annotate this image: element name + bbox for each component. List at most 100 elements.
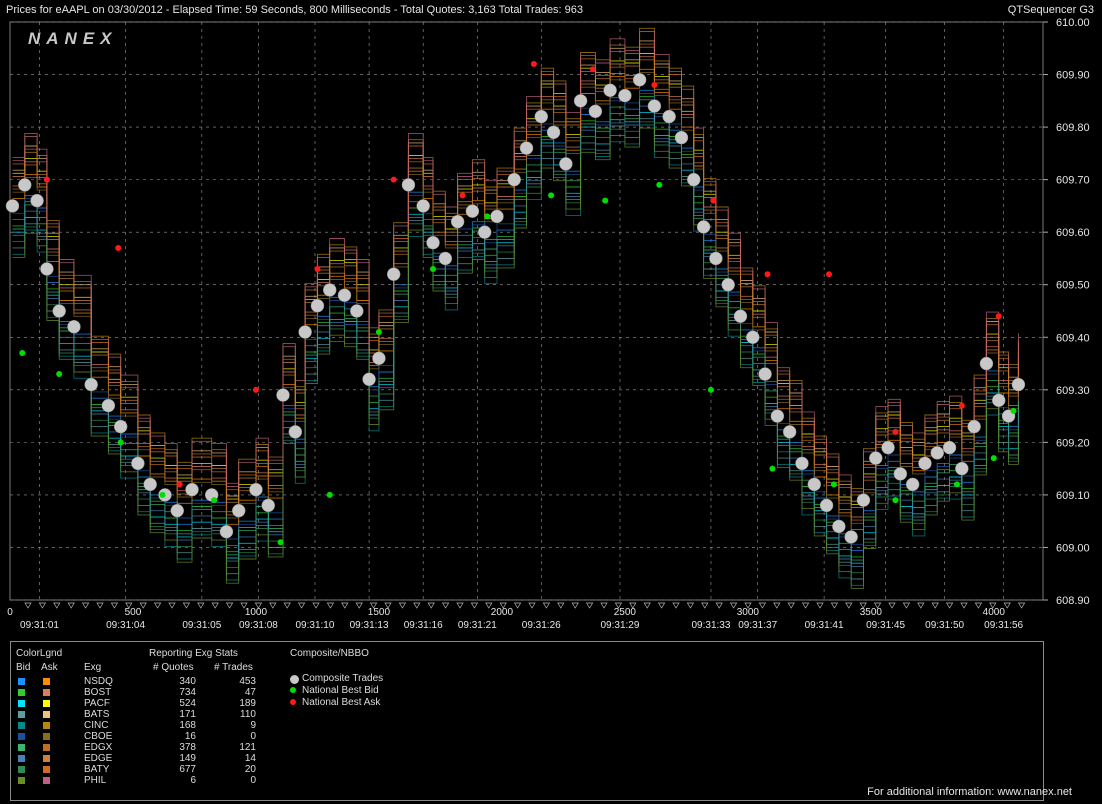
time-marker bbox=[672, 602, 680, 609]
trade-point bbox=[249, 482, 263, 497]
time-label: 09:31:29 bbox=[600, 620, 639, 631]
legend-exg-header: Exg bbox=[84, 662, 102, 673]
title-bar: Prices for eAAPL on 03/30/2012 - Elapsed… bbox=[0, 0, 1102, 20]
legend-exchange-name: EDGX bbox=[84, 742, 113, 753]
x-tick-label: 1500 bbox=[368, 607, 391, 618]
time-marker bbox=[845, 602, 853, 609]
trade-point bbox=[131, 456, 145, 471]
x-tick-label: 500 bbox=[125, 607, 142, 618]
trade-point bbox=[101, 398, 116, 413]
trade-point bbox=[362, 372, 376, 387]
legend-ask-swatch bbox=[43, 678, 50, 685]
time-marker bbox=[1017, 602, 1026, 609]
trade-point bbox=[795, 456, 809, 471]
time-marker bbox=[701, 602, 709, 609]
trade-point bbox=[416, 199, 430, 213]
time-marker bbox=[931, 602, 939, 609]
trade-point bbox=[632, 73, 647, 87]
time-label: 09:31:05 bbox=[182, 620, 221, 631]
trade-point bbox=[881, 440, 895, 455]
legend-bid-swatch bbox=[18, 766, 25, 773]
trade-point bbox=[674, 130, 689, 145]
time-marker bbox=[542, 602, 551, 609]
time-marker bbox=[24, 602, 32, 609]
ask-point bbox=[252, 386, 259, 393]
legend-bid-swatch bbox=[18, 744, 25, 751]
ask-point bbox=[958, 402, 965, 409]
legend-exchange-name: PACF bbox=[84, 698, 110, 709]
time-label: 09:31:01 bbox=[20, 620, 59, 631]
time-marker bbox=[211, 602, 219, 609]
bid-point bbox=[56, 371, 63, 378]
time-marker bbox=[168, 602, 176, 609]
composite-legend-label: Composite Trades bbox=[302, 673, 384, 684]
bid-point bbox=[707, 386, 714, 393]
time-marker bbox=[528, 602, 536, 609]
trade-point bbox=[519, 141, 534, 155]
trade-point bbox=[5, 199, 20, 213]
footer-info: For additional information: www.nanex.ne… bbox=[867, 786, 1072, 798]
x-tick-label: 3000 bbox=[737, 607, 760, 618]
trade-point bbox=[893, 467, 908, 481]
legend-bid-swatch bbox=[18, 700, 25, 707]
trade-point bbox=[401, 178, 416, 192]
legend-bid-header: Bid bbox=[16, 662, 31, 673]
time-marker bbox=[643, 602, 651, 609]
trade-point bbox=[603, 83, 617, 98]
time-label: 09:31:13 bbox=[350, 620, 389, 631]
bid-point bbox=[277, 539, 284, 546]
nanex-logo: NANEX bbox=[28, 29, 118, 48]
trade-point bbox=[662, 109, 676, 124]
trade-point bbox=[534, 109, 549, 124]
trade-point bbox=[918, 456, 932, 471]
legend-quote-count: 16 bbox=[184, 731, 196, 742]
time-marker bbox=[413, 602, 421, 609]
time-marker bbox=[81, 602, 90, 609]
trade-point bbox=[261, 498, 275, 513]
legend-quote-count: 6 bbox=[190, 775, 196, 786]
y-tick-label: 609.90 bbox=[1056, 70, 1090, 82]
time-marker bbox=[355, 602, 363, 609]
trade-point bbox=[709, 251, 723, 266]
time-marker bbox=[917, 602, 925, 609]
time-label: 09:31:16 bbox=[404, 620, 443, 631]
time-marker bbox=[945, 602, 954, 609]
legend-exchange-name: CBOE bbox=[84, 731, 113, 742]
composite-legend-marker bbox=[290, 699, 296, 705]
legend-exchange-name: NSDQ bbox=[84, 676, 113, 687]
trade-point bbox=[170, 503, 184, 518]
trade-point bbox=[40, 262, 54, 276]
trade-point bbox=[276, 388, 290, 402]
y-tick-label: 609.40 bbox=[1056, 332, 1090, 344]
time-label: 09:31:41 bbox=[805, 620, 844, 631]
composite-legend-label: National Best Bid bbox=[302, 685, 379, 696]
bid-point bbox=[830, 481, 837, 488]
bid-point bbox=[159, 491, 166, 498]
trade-point bbox=[686, 172, 701, 187]
time-marker bbox=[456, 602, 464, 609]
y-tick-label: 609.60 bbox=[1056, 227, 1090, 239]
trade-point bbox=[588, 104, 603, 119]
trade-point bbox=[546, 125, 561, 140]
legend-ask-swatch bbox=[43, 744, 50, 751]
time-marker bbox=[67, 602, 75, 609]
trade-point bbox=[930, 446, 944, 460]
x-tick-label: 1000 bbox=[245, 607, 268, 618]
time-label: 09:31:26 bbox=[522, 620, 561, 631]
trade-point bbox=[832, 519, 846, 534]
time-marker bbox=[773, 602, 781, 609]
time-marker bbox=[557, 602, 565, 609]
trade-point bbox=[84, 377, 98, 392]
legend-quote-count: 524 bbox=[179, 698, 196, 709]
x-tick-label: 3500 bbox=[860, 607, 883, 618]
trade-point bbox=[288, 425, 303, 439]
y-tick-label: 609.20 bbox=[1056, 437, 1090, 449]
trade-point bbox=[1011, 377, 1026, 392]
trade-point bbox=[438, 251, 453, 266]
time-label: 09:31:08 bbox=[239, 620, 278, 631]
legend-trade-count: 189 bbox=[239, 698, 256, 709]
legend-ask-header: Ask bbox=[41, 662, 58, 673]
bid-point bbox=[1010, 407, 1017, 414]
ask-point bbox=[390, 176, 397, 183]
time-marker bbox=[96, 602, 104, 609]
